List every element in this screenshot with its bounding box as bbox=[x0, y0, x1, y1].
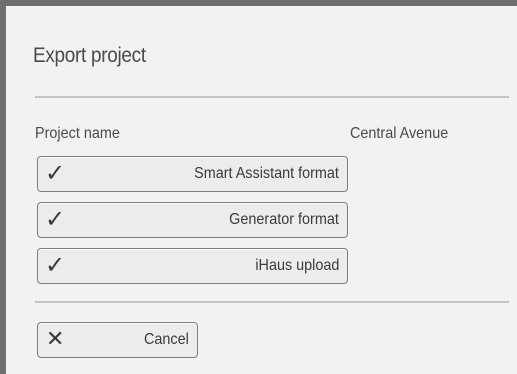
checkmark-icon: ✓ bbox=[45, 160, 66, 187]
checkmark-icon: ✓ bbox=[45, 252, 66, 279]
smart-assistant-format-button[interactable]: ✓ Smart Assistant format bbox=[37, 156, 348, 192]
button-label: Smart Assistant format bbox=[194, 165, 339, 182]
button-label: Generator format bbox=[229, 211, 339, 228]
cancel-button[interactable]: ✕ Cancel bbox=[37, 322, 198, 358]
close-icon: ✕ bbox=[46, 326, 65, 351]
dialog-title: Export project bbox=[33, 44, 146, 67]
project-name-label: Project name bbox=[35, 125, 120, 142]
button-label: iHaus upload bbox=[254, 257, 339, 274]
footer-divider bbox=[35, 301, 509, 303]
ihaus-upload-button[interactable]: ✓ iHaus upload bbox=[37, 248, 348, 284]
generator-format-button[interactable]: ✓ Generator format bbox=[37, 202, 348, 238]
checkmark-icon: ✓ bbox=[45, 206, 66, 233]
export-dialog: Export project Project name Central Aven… bbox=[0, 0, 517, 374]
project-name-value: Central Avenue bbox=[350, 125, 449, 142]
button-label: Cancel bbox=[144, 331, 189, 348]
header-divider bbox=[35, 96, 509, 98]
